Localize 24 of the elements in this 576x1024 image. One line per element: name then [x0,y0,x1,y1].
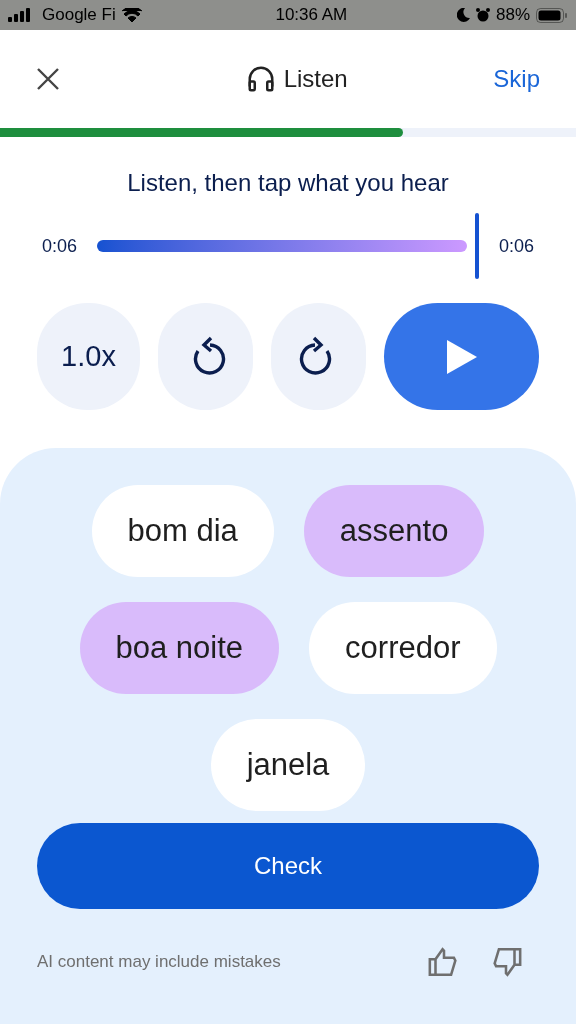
word-chip[interactable]: bom dia [91,485,274,577]
word-chip[interactable]: assento [303,485,485,577]
play-icon [444,337,479,376]
check-button[interactable]: Check [37,823,539,909]
wifi-icon [121,8,142,22]
speed-button[interactable]: 1.0x [37,303,140,410]
close-icon [36,67,60,91]
moon-icon [456,8,470,22]
battery-percent: 88% [495,4,530,27]
word-chip[interactable]: corredor [309,602,497,694]
battery-icon [536,7,568,23]
word-chip[interactable]: boa noite [79,602,280,694]
close-button[interactable] [36,67,60,91]
carrier-name: Google Fi [42,4,116,27]
alarm-icon [475,8,490,22]
duration-time: 0:06 [498,234,534,258]
audio-track[interactable] [97,213,479,279]
disclaimer-text: AI content may include mistakes [37,951,281,974]
elapsed-time: 0:06 [42,234,78,258]
prompt-text: Listen, then tap what you hear [126,168,450,198]
skip-link[interactable]: Skip [493,61,540,97]
screen-title: Listen [283,64,348,94]
clock: 10:36 AM [275,4,348,27]
word-chip[interactable]: janela [210,719,366,811]
